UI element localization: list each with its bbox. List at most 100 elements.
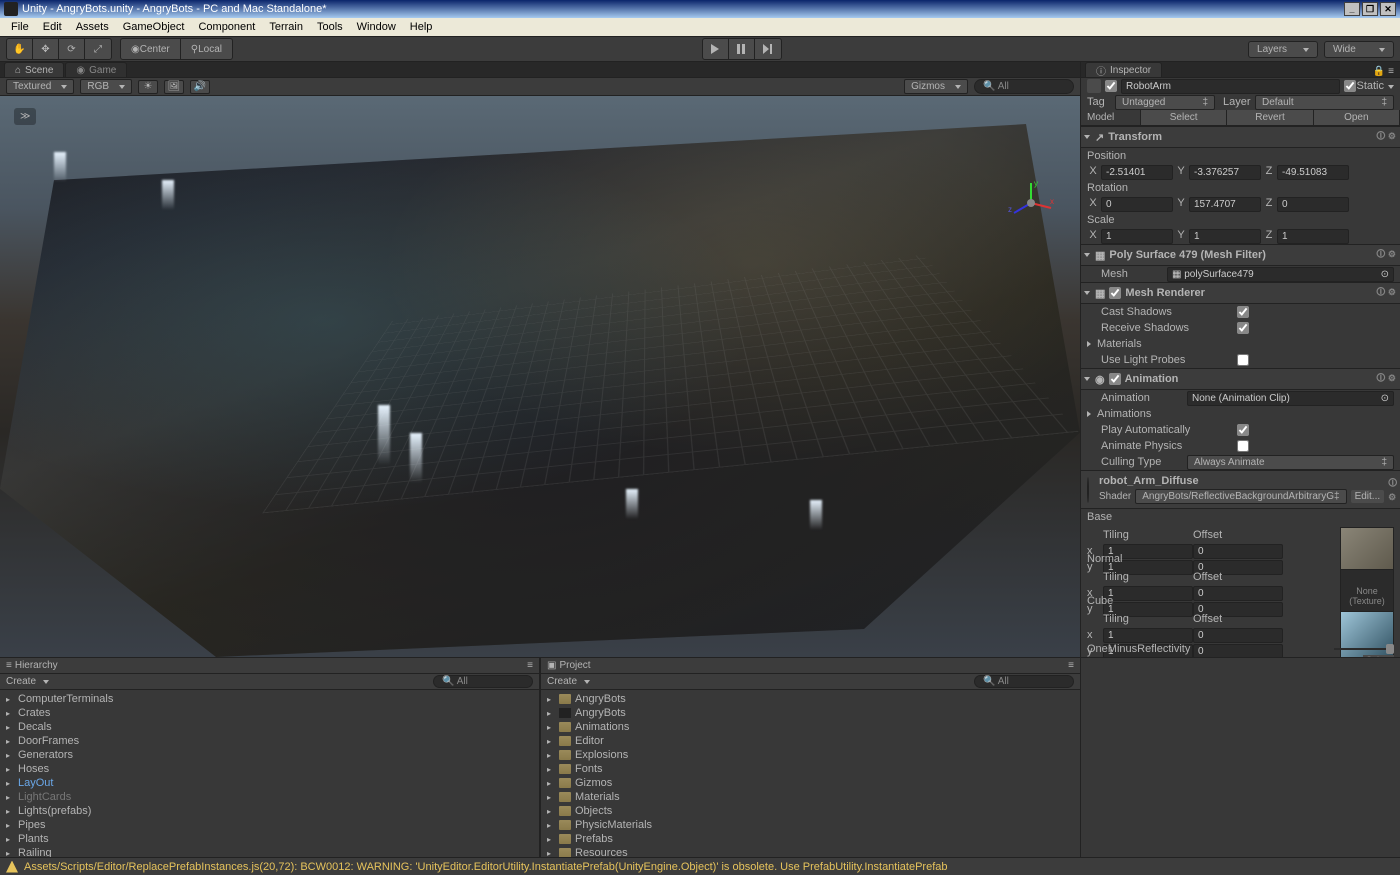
- project-item[interactable]: ▸Fonts: [541, 762, 1080, 776]
- project-item[interactable]: ▸Explosions: [541, 748, 1080, 762]
- menu-edit[interactable]: Edit: [36, 19, 69, 35]
- menu-file[interactable]: File: [4, 19, 36, 35]
- static-checkbox[interactable]: [1344, 80, 1356, 92]
- project-item[interactable]: ▸Objects: [541, 804, 1080, 818]
- prefab-select-button[interactable]: Select: [1141, 110, 1227, 125]
- project-search[interactable]: 🔍 All: [974, 675, 1074, 688]
- foldout-icon[interactable]: ▸: [6, 821, 14, 830]
- foldout-icon[interactable]: ▸: [6, 793, 14, 802]
- step-button[interactable]: [755, 39, 781, 59]
- project-item[interactable]: ▸Materials: [541, 790, 1080, 804]
- hierarchy-item[interactable]: ▸Crates: [0, 706, 539, 720]
- maximize-button[interactable]: ❐: [1362, 2, 1378, 16]
- viewport-toggle[interactable]: ≫: [14, 108, 36, 125]
- foldout-icon[interactable]: ▸: [547, 695, 555, 704]
- project-item[interactable]: ▸Resources: [541, 846, 1080, 857]
- component-menu-icon[interactable]: 🛈 ⚙: [1376, 129, 1396, 145]
- foldout-icon[interactable]: ▸: [6, 849, 14, 858]
- hierarchy-item[interactable]: ▸DoorFrames: [0, 734, 539, 748]
- hierarchy-item[interactable]: ▸Decals: [0, 720, 539, 734]
- foldout-icon[interactable]: ▸: [6, 723, 14, 732]
- foldout-icon[interactable]: ▸: [547, 779, 555, 788]
- foldout-icon[interactable]: ▸: [547, 765, 555, 774]
- foldout-icon[interactable]: [1085, 287, 1091, 299]
- foldout-icon[interactable]: [1085, 373, 1091, 385]
- tag-dropdown[interactable]: Untagged‡: [1115, 95, 1215, 110]
- hierarchy-item[interactable]: ▸Hoses: [0, 762, 539, 776]
- scale-x[interactable]: [1101, 229, 1173, 244]
- project-create[interactable]: Create: [547, 676, 590, 687]
- render-mode[interactable]: RGB: [80, 79, 132, 94]
- scale-tool[interactable]: ⤢: [85, 39, 111, 59]
- tab-scene[interactable]: ⌂Scene: [4, 62, 64, 77]
- project-item[interactable]: ▸AngryBots: [541, 706, 1080, 720]
- foldout-icon[interactable]: ▸: [547, 793, 555, 802]
- shading-mode[interactable]: Textured: [6, 79, 74, 94]
- recv-shadows-checkbox[interactable]: [1237, 322, 1249, 334]
- shader-dropdown[interactable]: AngryBots/ReflectiveBackgroundArbitraryG…: [1135, 489, 1346, 504]
- menu-assets[interactable]: Assets: [69, 19, 116, 35]
- layer-dropdown[interactable]: Default‡: [1255, 95, 1394, 110]
- foldout-icon[interactable]: ▸: [547, 723, 555, 732]
- foldout-icon[interactable]: ▸: [6, 779, 14, 788]
- hierarchy-search[interactable]: 🔍 All: [433, 675, 533, 688]
- foldout-icon[interactable]: [1085, 131, 1091, 143]
- foldout-icon[interactable]: ▸: [6, 737, 14, 746]
- panel-menu-icon[interactable]: ≡: [1068, 660, 1074, 671]
- foldout-icon[interactable]: ▸: [547, 807, 555, 816]
- foldout-icon[interactable]: ▸: [6, 709, 14, 718]
- foldout-icon[interactable]: ▸: [547, 821, 555, 830]
- light-probes-checkbox[interactable]: [1237, 354, 1249, 366]
- pause-button[interactable]: [729, 39, 755, 59]
- foldout-icon[interactable]: ▸: [547, 751, 555, 760]
- gameobject-name-field[interactable]: [1121, 79, 1340, 94]
- component-menu-icon[interactable]: 🛈 ⚙: [1376, 371, 1396, 387]
- hierarchy-item[interactable]: ▸Plants: [0, 832, 539, 846]
- foldout-icon[interactable]: ▸: [547, 709, 555, 718]
- foldout-icon[interactable]: ▸: [6, 835, 14, 844]
- rotation-y[interactable]: [1189, 197, 1261, 212]
- hierarchy-item[interactable]: ▸Pipes: [0, 818, 539, 832]
- animation-clip-field[interactable]: None (Animation Clip)⊙: [1187, 391, 1394, 406]
- prefab-open-button[interactable]: Open: [1314, 110, 1400, 125]
- project-item[interactable]: ▸Animations: [541, 720, 1080, 734]
- minimize-button[interactable]: _: [1344, 2, 1360, 16]
- hierarchy-item[interactable]: ▸LayOut: [0, 776, 539, 790]
- pivot-center[interactable]: ◉ Center: [121, 39, 181, 59]
- foldout-icon[interactable]: [1085, 249, 1091, 261]
- scene-search[interactable]: 🔍 All: [974, 79, 1074, 94]
- project-item[interactable]: ▸Gizmos: [541, 776, 1080, 790]
- inspector-lock-icon[interactable]: 🔒 ≡: [1367, 66, 1400, 77]
- project-item[interactable]: ▸Editor: [541, 734, 1080, 748]
- animation-enable[interactable]: [1109, 373, 1121, 385]
- foldout-icon[interactable]: ▸: [6, 765, 14, 774]
- foldout-icon[interactable]: ▸: [547, 849, 555, 858]
- layers-dropdown[interactable]: Layers: [1248, 41, 1318, 58]
- component-menu-icon[interactable]: 🛈 ⚙: [1376, 247, 1396, 263]
- close-button[interactable]: ✕: [1380, 2, 1396, 16]
- menu-gameobject[interactable]: GameObject: [116, 19, 192, 35]
- foldout-icon[interactable]: ▸: [547, 737, 555, 746]
- scene-light-toggle[interactable]: ☀: [138, 80, 158, 94]
- foldout-icon[interactable]: ▸: [547, 835, 555, 844]
- hierarchy-item[interactable]: ▸LightCards: [0, 790, 539, 804]
- menu-window[interactable]: Window: [350, 19, 403, 35]
- orientation-gizmo[interactable]: y x z: [1006, 178, 1056, 228]
- foldout-icon[interactable]: ▸: [6, 807, 14, 816]
- tab-inspector[interactable]: ⓘInspector: [1085, 62, 1162, 77]
- hand-tool[interactable]: ✋: [7, 39, 33, 59]
- menu-terrain[interactable]: Terrain: [262, 19, 310, 35]
- foldout-icon[interactable]: ▸: [6, 751, 14, 760]
- hierarchy-item[interactable]: ▸Lights(prefabs): [0, 804, 539, 818]
- hierarchy-item[interactable]: ▸Railing: [0, 846, 539, 857]
- hierarchy-create[interactable]: Create: [6, 676, 49, 687]
- menu-tools[interactable]: Tools: [310, 19, 350, 35]
- shader-edit-button[interactable]: Edit...: [1351, 490, 1385, 503]
- project-item[interactable]: ▸Prefabs: [541, 832, 1080, 846]
- scene-viewport[interactable]: ≫ y x z: [0, 96, 1080, 657]
- scene-fx-toggle[interactable]: 🔊: [190, 80, 210, 94]
- hierarchy-item[interactable]: ▸ComputerTerminals: [0, 692, 539, 706]
- panel-menu-icon[interactable]: ≡: [527, 660, 533, 671]
- scale-z[interactable]: [1277, 229, 1349, 244]
- prefab-revert-button[interactable]: Revert: [1227, 110, 1313, 125]
